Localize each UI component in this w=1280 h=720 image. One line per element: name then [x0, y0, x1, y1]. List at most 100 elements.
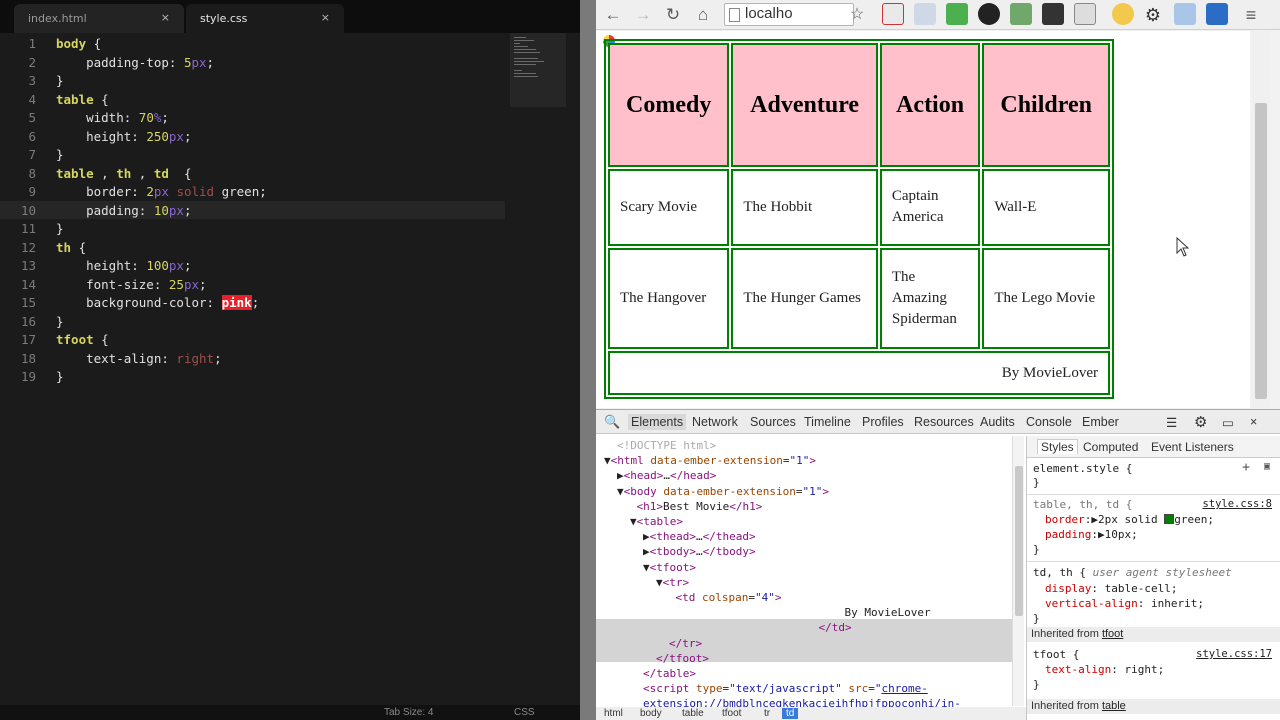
home-icon[interactable]: ⌂	[692, 4, 714, 26]
add-rule-icon[interactable]: +	[1242, 460, 1250, 475]
code-line[interactable]: text-align: right;	[56, 351, 222, 366]
tab-audits[interactable]: Audits	[980, 415, 1015, 429]
code-line[interactable]: table , th , td {	[56, 166, 192, 181]
code-line[interactable]: height: 250px;	[56, 129, 191, 144]
extension-tree-icon[interactable]	[1206, 3, 1228, 25]
code-line[interactable]: }	[56, 314, 64, 329]
drawer-icon[interactable]: ☰	[1166, 415, 1177, 430]
search-icon[interactable]: 🔍	[604, 414, 620, 430]
css-property-padding[interactable]: padding:▶10px;	[1045, 528, 1138, 541]
dom-node[interactable]: By MovieLover	[845, 605, 931, 620]
extension-eyedropper-icon[interactable]	[914, 3, 936, 25]
code-editor[interactable]: index.html × style.css × body { padding-…	[0, 0, 580, 720]
tab-timeline[interactable]: Timeline	[804, 415, 851, 429]
code-line[interactable]: }	[56, 147, 64, 162]
settings-gear-icon[interactable]: ⚙	[1194, 413, 1207, 431]
tab-resources[interactable]: Resources	[914, 415, 974, 429]
dom-scrollbar[interactable]	[1012, 436, 1024, 706]
tab-styles[interactable]: Styles	[1037, 439, 1078, 454]
code-line[interactable]: background-color: pink;	[56, 295, 259, 310]
inherited-link[interactable]: tfoot	[1102, 628, 1123, 640]
css-property-vertical-align[interactable]: vertical-align: inherit;	[1045, 597, 1204, 610]
code-line[interactable]: height: 100px;	[56, 258, 191, 273]
dom-node[interactable]: <script type="text/javascript" src="chro…	[643, 681, 928, 696]
dom-node[interactable]: ▶<tbody>…</tbody>	[643, 544, 756, 559]
code-line[interactable]: padding-top: 5px;	[56, 55, 214, 70]
tab-index-html[interactable]: index.html ×	[14, 4, 184, 33]
tab-sources[interactable]: Sources	[750, 415, 796, 429]
breadcrumb-item[interactable]: html	[604, 708, 623, 719]
code-line[interactable]: table {	[56, 92, 109, 107]
close-icon[interactable]: ×	[161, 11, 170, 24]
extension-t-icon[interactable]	[1042, 3, 1064, 25]
inherited-link[interactable]: table	[1102, 700, 1126, 712]
extension-screen-icon[interactable]	[1074, 3, 1096, 25]
color-swatch[interactable]	[1164, 514, 1175, 524]
dom-node[interactable]: ▼<tr>	[656, 575, 689, 590]
code-line[interactable]: padding: 10px;	[56, 203, 191, 218]
breadcrumb-item[interactable]: table	[682, 708, 704, 719]
page-viewport[interactable]: Comedy Adventure Action Children Scary M…	[596, 31, 1250, 408]
tab-event-listeners[interactable]: Event Listeners	[1151, 440, 1234, 454]
dom-node[interactable]: ▶<thead>…</thead>	[643, 529, 756, 544]
code-line[interactable]: }	[56, 73, 64, 88]
dom-node[interactable]: <!DOCTYPE html>	[617, 438, 716, 453]
breadcrumb-item[interactable]: tfoot	[722, 708, 741, 719]
tab-elements[interactable]: Elements	[628, 414, 687, 430]
rule-selector[interactable]: tfoot {	[1033, 648, 1079, 661]
dom-node[interactable]: </td>	[819, 620, 852, 635]
tab-style-css[interactable]: style.css ×	[186, 4, 344, 33]
css-property-border[interactable]: border:▶2px solid green;	[1045, 513, 1214, 526]
dom-node[interactable]: ▶<head>…</head>	[617, 468, 716, 483]
code-line[interactable]: border: 2px solid green;	[56, 184, 267, 199]
close-icon[interactable]: ×	[321, 11, 330, 24]
tab-computed[interactable]: Computed	[1083, 440, 1138, 454]
css-property-text-align[interactable]: text-align: right;	[1045, 663, 1164, 676]
dom-node[interactable]: ▼<body data-ember-extension="1">	[617, 484, 829, 499]
code-line[interactable]: body {	[56, 36, 101, 51]
menu-icon[interactable]: ≡	[1240, 4, 1262, 26]
rule-source-link[interactable]: style.css:8	[1202, 498, 1272, 510]
extension-globe-icon[interactable]	[978, 3, 1000, 25]
dom-node[interactable]: ▼<tfoot>	[643, 560, 696, 575]
reload-icon[interactable]: ↻	[662, 4, 684, 26]
star-icon[interactable]: ☆	[846, 4, 868, 26]
rule-selector[interactable]: table, th, td {	[1033, 498, 1132, 511]
page-scrollbar[interactable]	[1252, 31, 1270, 408]
close-icon[interactable]: ×	[1250, 415, 1257, 429]
extension-window-icon[interactable]	[1174, 3, 1196, 25]
forward-icon[interactable]: →	[632, 4, 654, 26]
code-line[interactable]: th {	[56, 240, 86, 255]
toggle-state-icon[interactable]: ▣	[1264, 461, 1270, 472]
scrollbar-thumb[interactable]	[1015, 466, 1023, 616]
tab-network[interactable]: Network	[692, 415, 738, 429]
code-line[interactable]: }	[56, 369, 64, 384]
syntax-indicator[interactable]: CSS	[514, 707, 535, 718]
rule-source-link[interactable]: style.css:17	[1196, 648, 1272, 660]
code-line[interactable]: }	[56, 221, 64, 236]
back-icon[interactable]: ←	[602, 4, 624, 26]
dom-node[interactable]: <h1>Best Movie</h1>	[637, 499, 763, 514]
dock-icon[interactable]: ▭	[1222, 415, 1234, 430]
dom-node[interactable]: </table>	[643, 666, 696, 681]
dom-node[interactable]: </tr>	[669, 636, 702, 651]
extension-phone-icon[interactable]	[1010, 3, 1032, 25]
code-line[interactable]: font-size: 25px;	[56, 277, 206, 292]
extension-star-icon[interactable]	[1112, 3, 1134, 25]
breadcrumb-item[interactable]: tr	[764, 708, 770, 719]
dom-tree[interactable]: <!DOCTYPE html> ▼<html data-ember-extensi…	[596, 436, 1012, 710]
minimap[interactable]	[510, 33, 566, 107]
dom-node[interactable]: </tfoot>	[656, 651, 709, 666]
breadcrumb-item-current[interactable]: td	[782, 708, 799, 719]
tab-ember[interactable]: Ember	[1082, 415, 1119, 429]
dom-node[interactable]: ▼<table>	[630, 514, 683, 529]
dom-node[interactable]: <td colspan="4">	[676, 590, 782, 605]
tab-size-indicator[interactable]: Tab Size: 4	[384, 707, 433, 718]
gear-icon[interactable]: ⚙	[1142, 4, 1164, 26]
code-line[interactable]: width: 70%;	[56, 110, 169, 125]
extension-check-icon[interactable]	[946, 3, 968, 25]
tab-console[interactable]: Console	[1026, 415, 1072, 429]
tab-profiles[interactable]: Profiles	[862, 415, 904, 429]
address-bar[interactable]: localho	[724, 3, 854, 26]
dom-node[interactable]: ▼<html data-ember-extension="1">	[604, 453, 816, 468]
